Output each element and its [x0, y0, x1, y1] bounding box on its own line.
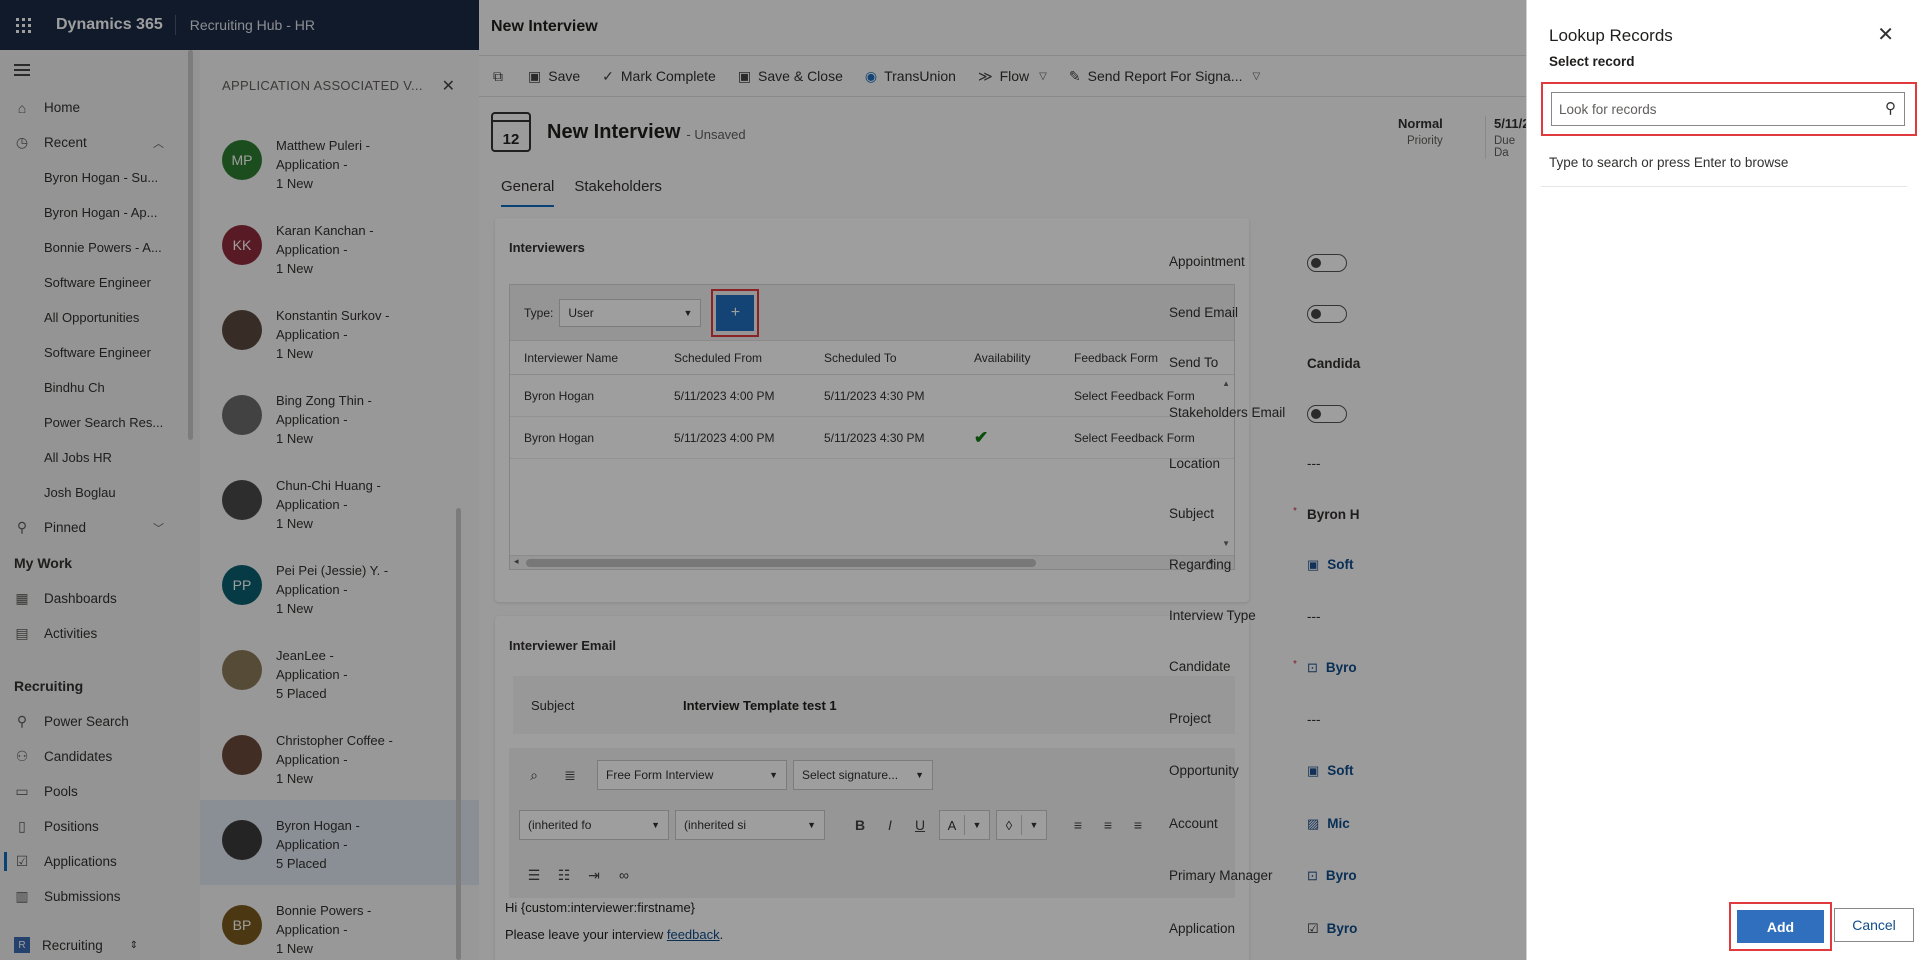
- highlight-frame: Look for records ⚲: [1541, 82, 1917, 136]
- lookup-records-panel: Lookup Records ✕ Select record Look for …: [1526, 0, 1920, 960]
- highlight-frame: Add: [1729, 902, 1832, 951]
- close-icon[interactable]: ✕: [1877, 22, 1894, 47]
- divider: [1541, 186, 1907, 187]
- lookup-search-input[interactable]: Look for records ⚲: [1551, 92, 1905, 126]
- search-placeholder: Look for records: [1559, 101, 1657, 117]
- cancel-button[interactable]: Cancel: [1834, 908, 1914, 942]
- modal-overlay[interactable]: [0, 0, 1526, 960]
- add-button[interactable]: Add: [1737, 910, 1824, 943]
- lookup-title: Lookup Records: [1549, 26, 1673, 45]
- lookup-hint: Type to search or press Enter to browse: [1549, 155, 1789, 170]
- search-icon[interactable]: ⚲: [1885, 99, 1896, 117]
- lookup-subtitle: Select record: [1549, 54, 1635, 69]
